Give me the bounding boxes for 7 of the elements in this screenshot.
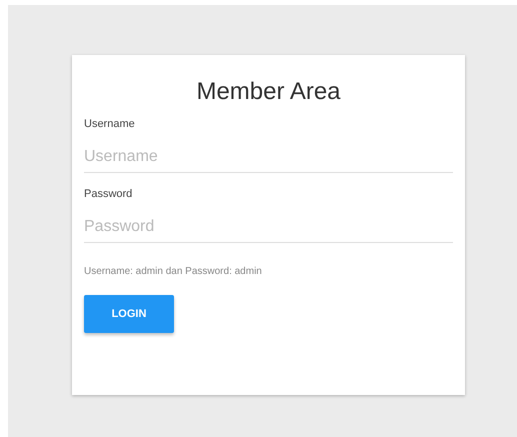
field-label: Password (84, 187, 132, 201)
input-field[interactable]: Password (84, 211, 453, 243)
field-label: Username (84, 117, 135, 131)
login-hint: Username: admin dan Password: admin (84, 265, 262, 279)
login-button[interactable]: LOGIN (84, 295, 174, 333)
input-field[interactable]: Username (84, 141, 453, 173)
card-title: Member Area (196, 77, 341, 107)
